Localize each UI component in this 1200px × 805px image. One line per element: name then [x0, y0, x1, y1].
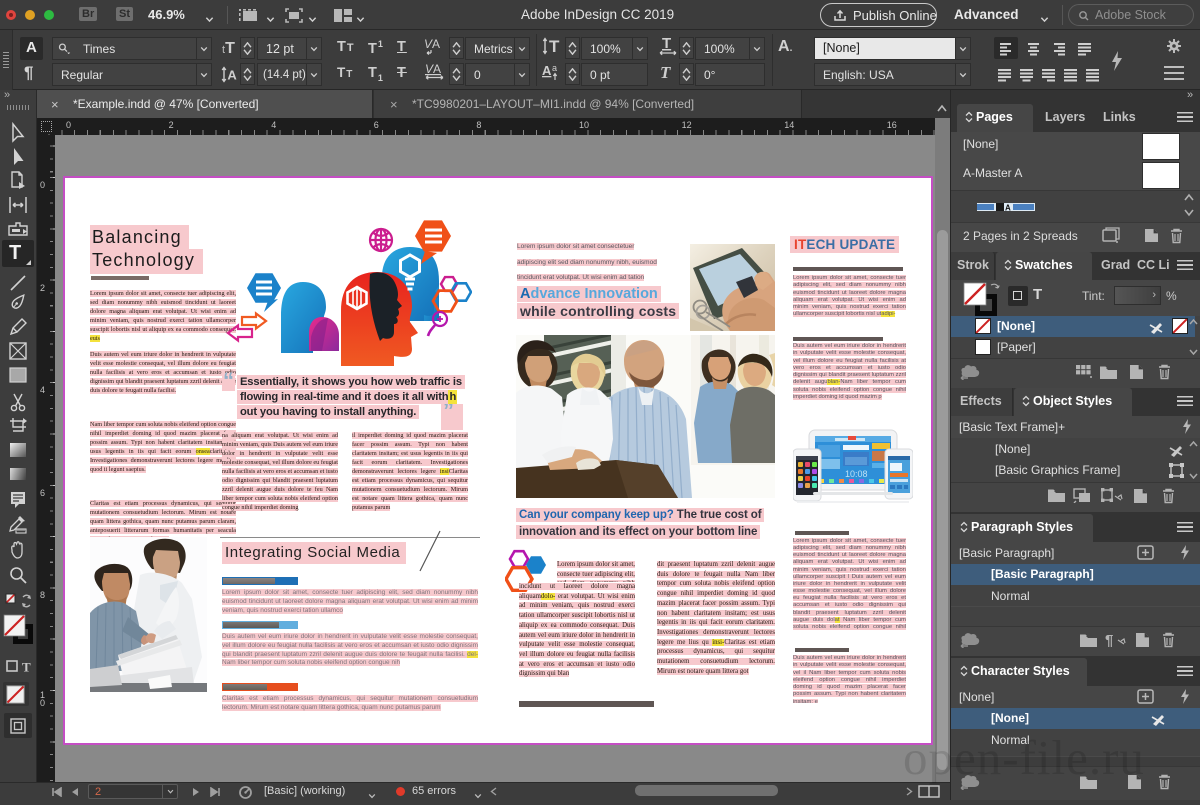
svg-text:T: T — [549, 37, 560, 56]
svg-text:T: T — [22, 660, 31, 674]
svg-text:A: A — [542, 63, 552, 78]
svg-text:¶: ¶ — [1105, 632, 1113, 648]
svg-text:A: A — [1005, 204, 1011, 212]
svg-text:a: a — [552, 63, 557, 73]
svg-text:T: T — [662, 36, 671, 52]
svg-text:A: A — [432, 37, 440, 51]
svg-text:A: A — [227, 68, 237, 83]
svg-text:A: A — [433, 63, 441, 76]
svg-text:10:08: 10:08 — [845, 469, 868, 479]
